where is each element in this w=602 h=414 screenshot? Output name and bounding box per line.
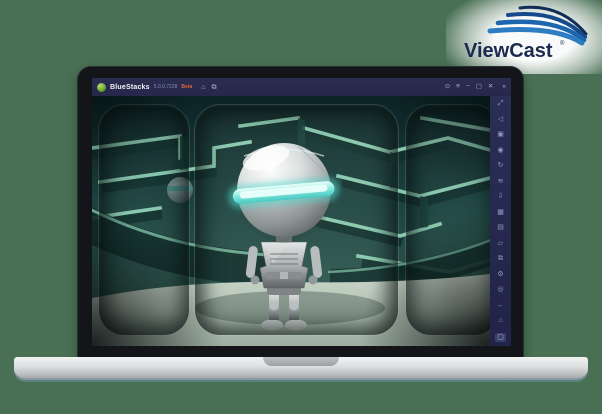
home-nav-icon[interactable]: ⌂ bbox=[498, 317, 502, 324]
minimize-icon[interactable]: − bbox=[466, 83, 470, 91]
bluestacks-sidebar: ⤢ ◁ ▣ ◉ ↻ ≋ ⇩ ▦ ▤ ▱ ⧉ ⚙ ◎ ← ⌂ ▢ bbox=[490, 96, 511, 346]
multi-window-icon[interactable]: ⧉ bbox=[211, 84, 216, 91]
home-icon[interactable]: ⌂ bbox=[201, 84, 205, 91]
glass-panel-center bbox=[194, 104, 399, 336]
laptop-screen: BlueStacks 5.0.0.7228 Beta ⌂ ⧉ ⊙ ≡ − ▢ ✕… bbox=[77, 66, 524, 361]
menu-icon[interactable]: ≡ bbox=[456, 83, 460, 91]
beta-badge: Beta bbox=[181, 84, 193, 90]
app-name: BlueStacks bbox=[110, 83, 150, 91]
swoosh-icon bbox=[487, 5, 588, 46]
brand-name: ViewCast bbox=[464, 40, 553, 62]
volume-icon[interactable]: ◁ bbox=[498, 116, 503, 123]
laptop-base bbox=[14, 357, 588, 380]
glass-panel-right bbox=[405, 104, 490, 336]
fullscreen-icon[interactable]: ⤢ bbox=[498, 100, 504, 107]
shake-icon[interactable]: ≋ bbox=[498, 178, 504, 185]
keyboard-controls-icon[interactable]: ▤ bbox=[497, 224, 504, 231]
folder-icon[interactable]: ▱ bbox=[498, 240, 503, 247]
glass-panel-left bbox=[98, 104, 190, 336]
maximize-icon[interactable]: ▢ bbox=[476, 83, 482, 91]
record-screen-icon[interactable]: ◉ bbox=[497, 147, 503, 154]
gamepad-icon[interactable]: ▦ bbox=[497, 209, 504, 216]
bluestacks-logo-icon bbox=[97, 82, 106, 92]
close-icon[interactable]: ✕ bbox=[488, 83, 493, 91]
game-stage[interactable] bbox=[92, 96, 490, 346]
settings-icon[interactable]: ⚙ bbox=[497, 271, 503, 278]
viewcast-logo: ViewCast ® bbox=[446, 0, 602, 74]
laptop-hinge-notch bbox=[263, 357, 339, 366]
back-icon[interactable]: ← bbox=[497, 302, 504, 309]
bluestacks-window: BlueStacks 5.0.0.7228 Beta ⌂ ⧉ ⊙ ≡ − ▢ ✕… bbox=[92, 78, 511, 346]
record-icon[interactable]: ⊙ bbox=[445, 83, 450, 91]
install-apk-icon[interactable]: ⇩ bbox=[498, 193, 504, 200]
macros-icon[interactable]: ◎ bbox=[497, 286, 503, 293]
multi-instance-icon[interactable]: ⧉ bbox=[498, 255, 503, 262]
screenshot-icon[interactable]: ▣ bbox=[497, 131, 504, 138]
viewcast-logo-graphic: ViewCast ® bbox=[464, 5, 588, 62]
registered-mark: ® bbox=[560, 40, 565, 47]
app-version: 5.0.0.7228 bbox=[153, 84, 178, 90]
page: ViewCast ® BlueStacks 5.0.0.7228 Beta ⌂ … bbox=[0, 0, 602, 414]
bluestacks-titlebar: BlueStacks 5.0.0.7228 Beta ⌂ ⧉ ⊙ ≡ − ▢ ✕… bbox=[92, 78, 511, 96]
collapse-sidebar-icon[interactable]: « bbox=[502, 83, 506, 91]
recents-icon[interactable]: ▢ bbox=[495, 332, 506, 342]
rotate-icon[interactable]: ↻ bbox=[498, 162, 504, 169]
